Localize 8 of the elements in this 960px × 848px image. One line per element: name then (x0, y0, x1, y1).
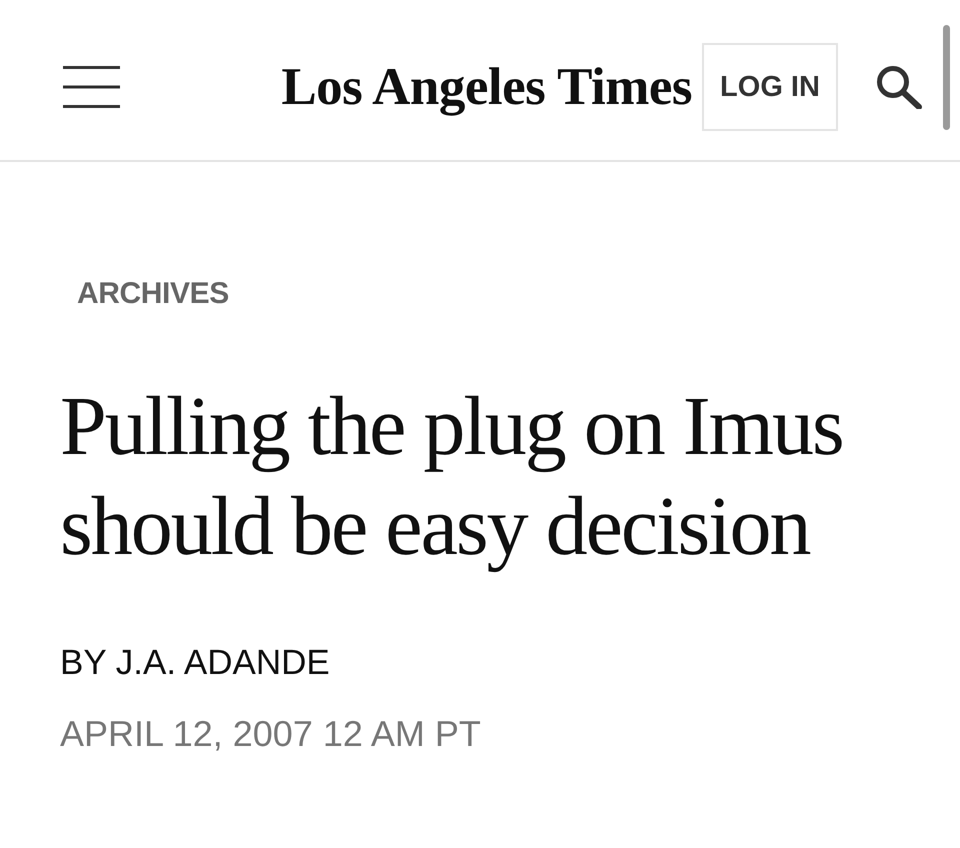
article-headline: Pulling the plug on Imus should be easy decision (60, 379, 844, 575)
dateline: APRIL 12, 2007 12 AM PT (60, 712, 481, 756)
menu-icon[interactable] (63, 66, 120, 108)
byline: BY J.A. ADANDE (60, 642, 330, 684)
login-button[interactable]: LOG IN (702, 43, 838, 131)
search-icon[interactable] (876, 65, 922, 109)
section-label[interactable]: ARCHIVES (77, 276, 229, 312)
site-logo[interactable]: Los Angeles Times (281, 60, 692, 114)
